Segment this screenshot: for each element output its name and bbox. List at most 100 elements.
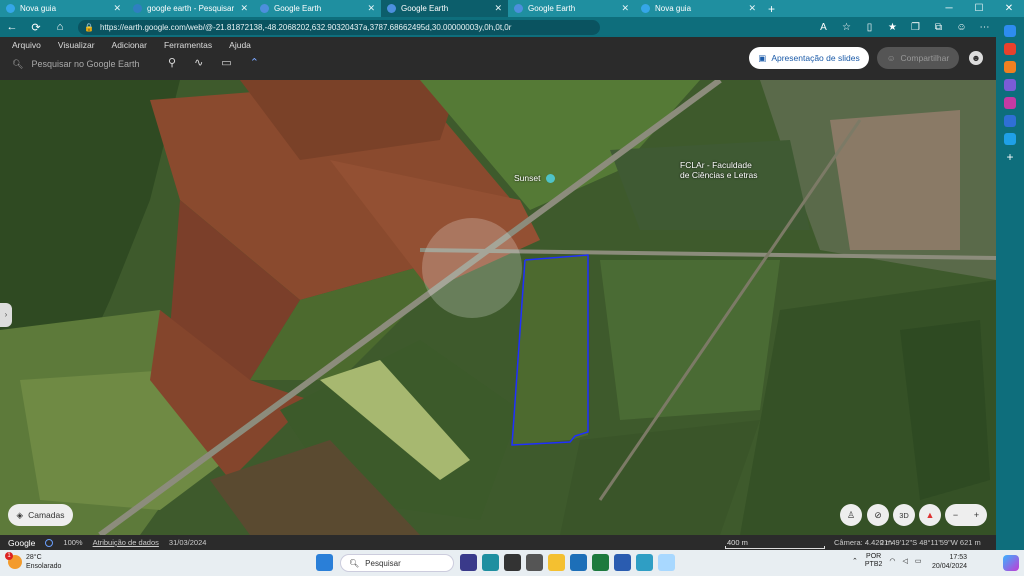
system-tray: ⌃ POR PTB2 ◠ ◁ ▭ — [852, 553, 922, 569]
close-tab-icon[interactable]: ✕ — [113, 3, 121, 14]
store-icon[interactable] — [570, 554, 587, 571]
read-aloud-icon[interactable]: A — [814, 22, 833, 33]
home-icon[interactable]: ⌂ — [48, 21, 72, 33]
weather-widget[interactable]: 1 28°C Ensolarado — [5, 552, 61, 571]
dell-icon[interactable] — [526, 554, 543, 571]
copilot-icon[interactable] — [460, 554, 477, 571]
close-tab-icon[interactable]: ✕ — [748, 3, 756, 14]
search-sidebar-icon[interactable] — [1004, 25, 1016, 37]
account-avatar[interactable]: ☻ — [969, 51, 983, 65]
copilot-tray-icon[interactable] — [1003, 555, 1019, 571]
clock-time: 17:53 — [949, 554, 968, 561]
layers-button[interactable]: ◈ Camadas — [8, 504, 73, 526]
slideshow-button[interactable]: ▣ Apresentação de slides — [749, 47, 869, 69]
zoom-out-button[interactable]: − — [953, 510, 958, 520]
tray-chevron-icon[interactable]: ⌃ — [852, 557, 858, 565]
zoom-in-button[interactable]: + — [974, 510, 979, 520]
ruler-icon[interactable]: ▭ — [221, 56, 231, 69]
browser-tab[interactable]: Google Earth ✕ — [254, 0, 381, 17]
profile-icon[interactable]: ☺ — [952, 22, 971, 33]
location-toggle-button[interactable]: ⊘ — [867, 504, 889, 526]
new-tab-button[interactable]: + — [762, 2, 781, 16]
extensions-icon[interactable]: ⧉ — [929, 22, 948, 33]
add-sidebar-icon[interactable]: + — [1004, 151, 1016, 163]
excel-icon[interactable] — [592, 554, 609, 571]
menu-item[interactable]: Visualizar — [58, 40, 95, 50]
games-icon[interactable] — [1004, 79, 1016, 91]
map-label-faculty[interactable]: FCLAr - Faculdade de Ciências e Letras — [680, 160, 758, 180]
placemark-icon[interactable]: ⚲ — [168, 56, 176, 69]
battery-icon[interactable]: ▭ — [915, 557, 922, 565]
share-person-icon: ☺ — [886, 53, 896, 63]
taskbar-search[interactable]: 🔍︎ Pesquisar — [340, 554, 454, 572]
location-off-icon: ⊘ — [874, 509, 882, 520]
windows-start-icon[interactable] — [316, 554, 333, 571]
edge-sidebar: + — [996, 17, 1024, 550]
loading-ring-icon — [45, 538, 54, 547]
outlook-icon[interactable] — [1004, 115, 1016, 127]
file-explorer-icon[interactable] — [548, 554, 565, 571]
browser-toolbar: A ☆ ▯ ★ ❐ ⧉ ☺ ⋯ — [814, 22, 994, 33]
taskbar-apps-left — [316, 554, 333, 571]
close-tab-icon[interactable]: ✕ — [494, 3, 502, 14]
map-label-sunset[interactable]: Sunset — [514, 173, 555, 184]
tools-icon[interactable] — [1004, 61, 1016, 73]
toggle-3d-button[interactable]: 3D — [893, 504, 915, 526]
collections-icon[interactable]: ❐ — [906, 22, 925, 33]
favorite-star-icon[interactable]: ☆ — [837, 22, 856, 33]
snipping-tool-icon[interactable] — [658, 554, 675, 571]
bing-icon — [133, 4, 142, 13]
menu-item[interactable]: Adicionar — [112, 40, 147, 50]
taskbar-clock[interactable]: 17:53 20/04/2024 — [932, 553, 967, 571]
slideshow-label: Apresentação de slides — [771, 53, 860, 63]
split-screen-icon[interactable]: ▯ — [860, 22, 879, 33]
pegman-icon: ♙ — [846, 509, 856, 520]
lock-icon: 🔒 — [84, 22, 94, 32]
satellite-map[interactable]: Sunset FCLAr - Faculdade de Ciências e L… — [0, 80, 996, 535]
earth-search-input[interactable]: 🔍︎ Pesquisar no Google Earth — [5, 54, 165, 74]
close-tab-icon[interactable]: ✕ — [621, 3, 629, 14]
chevron-up-icon[interactable]: ⌃ — [250, 56, 259, 69]
expand-panel-handle[interactable]: › — [0, 303, 12, 327]
window-controls: ─ ☐ ✕ — [934, 0, 1024, 17]
browser-tab[interactable]: Nova guia ✕ — [0, 0, 127, 17]
compass-icon: ▲ — [925, 510, 935, 520]
lang-primary: POR — [866, 553, 882, 560]
minimize-icon[interactable]: ─ — [934, 0, 964, 17]
browser-tab[interactable]: Google Earth ✕ — [508, 0, 635, 17]
word-icon[interactable] — [614, 554, 631, 571]
app-icon[interactable] — [636, 554, 653, 571]
back-icon[interactable]: ← — [0, 21, 24, 33]
url-field[interactable]: 🔒 https://earth.google.com/web/@-21.8187… — [78, 19, 600, 35]
cursor-coordinates: 21°49'12"S 48°11'59"W 621 m — [880, 538, 981, 547]
address-bar-row: ← ⟳ ⌂ 🔒 https://earth.google.com/web/@-2… — [0, 17, 1024, 37]
language-indicator[interactable]: POR PTB2 — [865, 553, 883, 569]
office-icon[interactable] — [1004, 97, 1016, 109]
browser-tab[interactable]: google earth - Pesquisar ✕ — [127, 0, 254, 17]
browser-tab[interactable]: Nova guia ✕ — [635, 0, 762, 17]
wifi-icon[interactable]: ◠ — [889, 557, 895, 565]
data-attribution-link[interactable]: Atribuição de dados — [93, 538, 159, 547]
menu-item[interactable]: Arquivo — [12, 40, 41, 50]
menu-item[interactable]: Ferramentas — [164, 40, 212, 50]
more-menu-icon[interactable]: ⋯ — [975, 22, 994, 33]
close-tab-icon[interactable]: ✕ — [240, 3, 248, 14]
share-button[interactable]: ☺ Compartilhar — [877, 47, 959, 69]
drop-icon[interactable] — [1004, 133, 1016, 145]
pegman-button[interactable]: ♙ — [840, 504, 862, 526]
close-tab-icon[interactable]: ✕ — [367, 3, 375, 14]
search-icon: 🔍︎ — [12, 58, 24, 69]
tab-title: google earth - Pesquisar — [147, 4, 235, 13]
task-view-icon[interactable] — [504, 554, 521, 571]
maximize-icon[interactable]: ☐ — [964, 0, 994, 17]
favorites-icon[interactable]: ★ — [883, 22, 902, 33]
compass-button[interactable]: ▲ — [919, 504, 941, 526]
reload-icon[interactable]: ⟳ — [24, 21, 48, 34]
edge-taskbar-icon[interactable] — [482, 554, 499, 571]
close-window-icon[interactable]: ✕ — [994, 0, 1024, 17]
browser-tab[interactable]: Google Earth ✕ — [381, 0, 508, 17]
path-icon[interactable]: ∿ — [194, 56, 203, 69]
menu-item[interactable]: Ajuda — [229, 40, 251, 50]
shopping-icon[interactable] — [1004, 43, 1016, 55]
volume-icon[interactable]: ◁ — [903, 557, 908, 565]
